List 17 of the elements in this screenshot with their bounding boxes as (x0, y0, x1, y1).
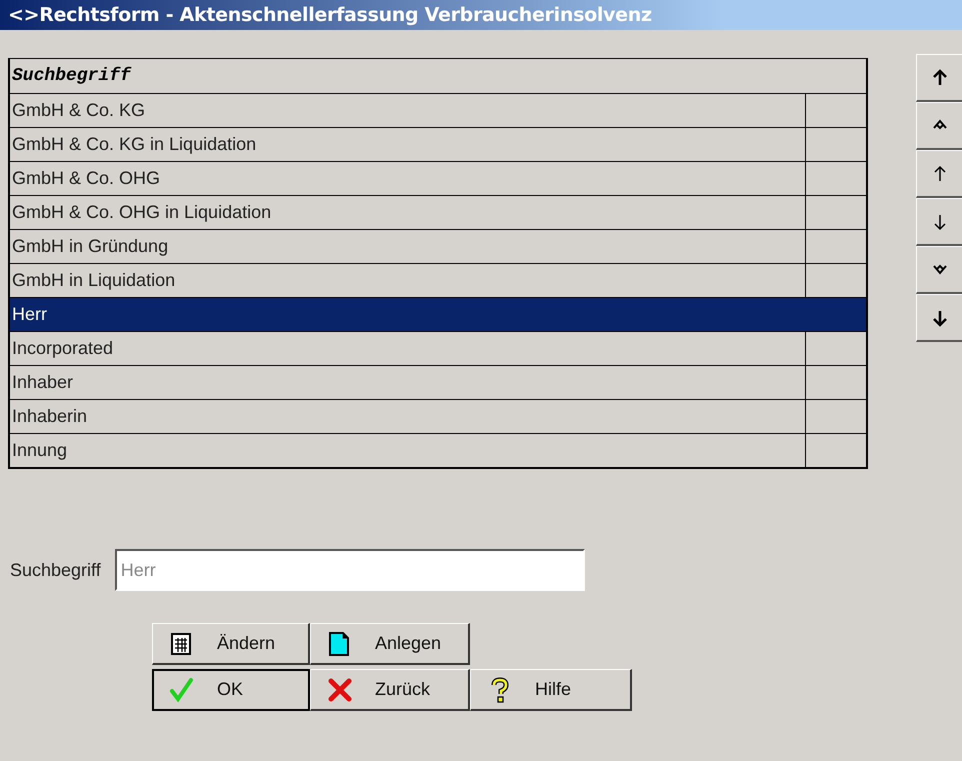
scroll-button[interactable] (916, 198, 962, 246)
field-label: Suchbegriff (10, 560, 101, 580)
search-field[interactable]: Herr (114, 549, 585, 591)
scroll-button[interactable] (916, 54, 962, 102)
action-button[interactable]: OK (152, 669, 310, 711)
checkmark-icon (169, 676, 195, 702)
scroll-button[interactable] (916, 294, 962, 342)
action-button[interactable]: Zurück (310, 669, 470, 711)
column-header[interactable]: Suchbegriff (12, 66, 131, 86)
scroll-button[interactable] (916, 246, 962, 294)
action-button[interactable]: Hilfe (470, 669, 632, 711)
window-title: <>Rechtsform - Aktenschnellerfassung Verbraucherinsolvenz (8, 4, 652, 26)
scroll-button[interactable] (916, 102, 962, 150)
action-button[interactable]: Anlegen (310, 623, 470, 665)
cross-icon (327, 676, 353, 702)
action-button[interactable]: Ändern (152, 623, 310, 665)
scroll-button[interactable] (916, 150, 962, 198)
